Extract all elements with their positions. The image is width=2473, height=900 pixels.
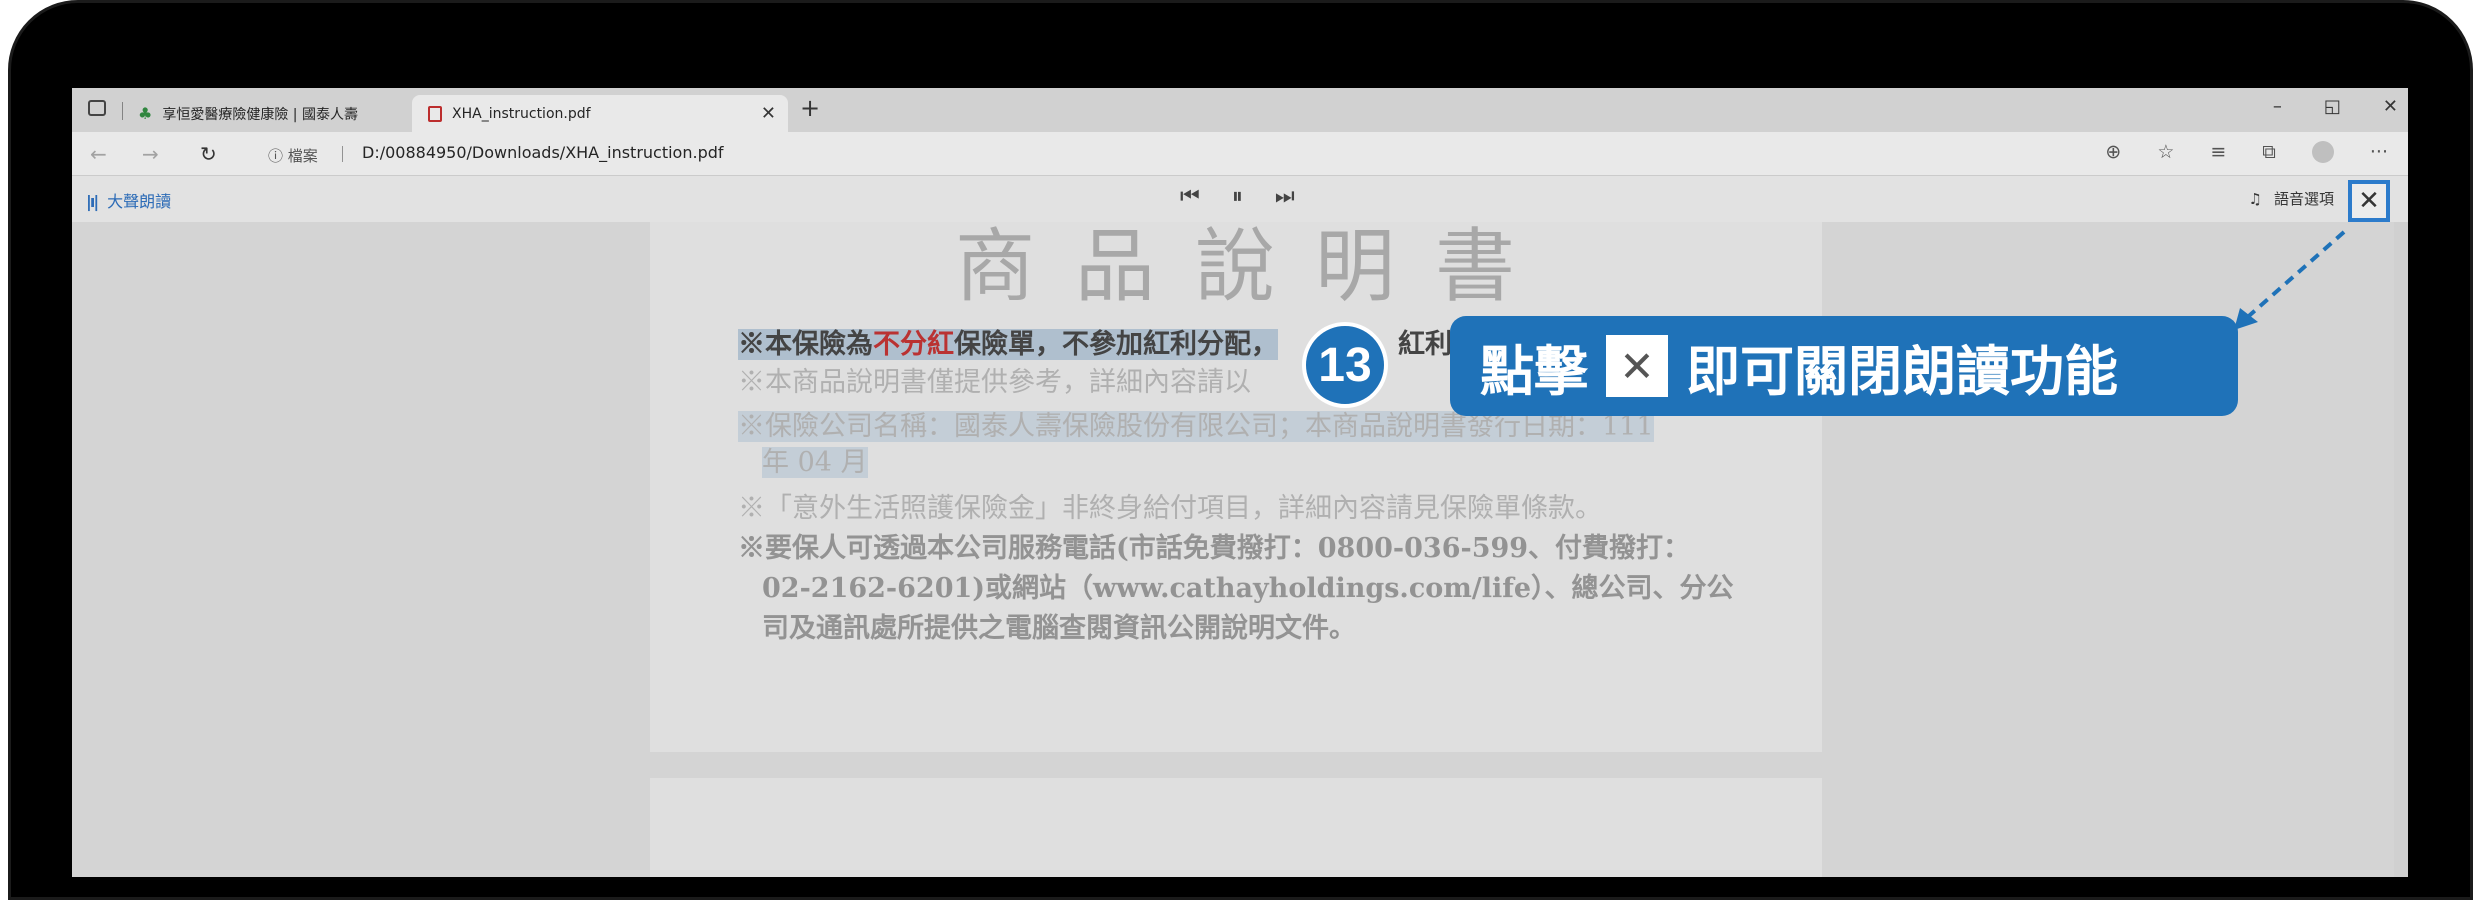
playback-controls: ⏮ ⏸ ⏭ [1180, 184, 1295, 209]
favorites-icon[interactable]: ≡ [2210, 141, 2226, 163]
close-icon: ✕ [1606, 335, 1668, 397]
pdf-line: ※「意外生活照護保險金」非終身給付項目，詳細內容請見保險單條款。 [738, 493, 1602, 524]
new-tab-button[interactable]: + [800, 94, 820, 122]
forward-icon[interactable]: → [142, 142, 159, 166]
step-number-badge: 13 [1302, 322, 1388, 408]
tab-label: 享恒愛醫療險健康險 | 國泰人壽 [162, 106, 358, 123]
pdf-line: 02-2162-6201)或網站（www.cathayholdings.com/… [762, 573, 1734, 604]
back-icon[interactable]: ← [90, 142, 107, 166]
zoom-icon[interactable]: ⊕ [2105, 141, 2121, 163]
url-separator [342, 146, 343, 162]
voice-icon: ♫ [2248, 190, 2262, 208]
toolbar-icons: ⊕ ☆ ≡ ⧉ ··· [2105, 141, 2388, 163]
pdf-title: 商品說明書 [955, 220, 1555, 313]
minimize-button[interactable]: – [2273, 96, 2282, 117]
read-aloud-bar: |ı| 大聲朗讀 ⏮ ⏸ ⏭ ♫ 語音選項 ✕ [72, 176, 2408, 222]
callout-text-before: 點擊 [1480, 339, 1588, 403]
restore-button[interactable]: ◱ [2324, 96, 2341, 117]
window-controls: – ◱ ✕ [2273, 96, 2398, 117]
browser-window: ♣ 享恒愛醫療險健康險 | 國泰人壽 XHA_instruction.pdf ✕… [72, 88, 2408, 877]
pdf-line: 年 04 月 [762, 447, 868, 478]
pdf-line: ※本商品說明書僅提供參考，詳細內容請以條款 [738, 367, 1365, 398]
scrollbar[interactable] [2394, 222, 2408, 877]
pdf-line: ※要保人可透過本公司服務電話(市話免費撥打：0800-036-599、付費撥打： [738, 533, 1691, 564]
read-aloud-close-button[interactable]: ✕ [2348, 180, 2390, 222]
tab-strip: ♣ 享恒愛醫療險健康險 | 國泰人壽 XHA_instruction.pdf ✕… [72, 88, 2408, 132]
tab-actions-icon[interactable] [88, 100, 106, 116]
previous-paragraph-icon[interactable]: ⏮ [1180, 184, 1200, 209]
callout-arrow [2234, 230, 2346, 330]
instruction-callout: 點擊 ✕ 即可關閉朗讀功能 [1450, 316, 2238, 416]
cathay-tree-icon: ♣ [138, 104, 153, 123]
refresh-icon[interactable]: ↻ [200, 142, 217, 166]
tab-pdf[interactable]: XHA_instruction.pdf ✕ [412, 95, 788, 132]
read-aloud-icon: |ı| [86, 192, 99, 211]
read-aloud-label: |ı| 大聲朗讀 [86, 192, 172, 211]
more-menu-icon[interactable]: ··· [2370, 141, 2388, 163]
pdf-page [650, 778, 1822, 877]
profile-avatar[interactable] [2311, 141, 2334, 163]
favorite-add-icon[interactable]: ☆ [2157, 141, 2174, 163]
address-bar: ← → ↻ ⓘ 檔案 D:/00884950/Downloads/XHA_ins… [72, 132, 2408, 176]
tab-close-icon[interactable]: ✕ [761, 103, 776, 124]
next-paragraph-icon[interactable]: ⏭ [1275, 184, 1295, 209]
tab-label: XHA_instruction.pdf [452, 105, 591, 122]
pdf-file-icon [428, 105, 442, 122]
tab-separator [122, 102, 123, 120]
callout-text-after: 即可關閉朗讀功能 [1686, 339, 2118, 403]
site-info[interactable]: ⓘ 檔案 [268, 145, 318, 166]
collections-icon[interactable]: ⧉ [2262, 141, 2276, 163]
window-close-button[interactable]: ✕ [2383, 96, 2398, 117]
voice-options-button[interactable]: ♫ 語音選項 [2249, 188, 2334, 209]
pause-icon[interactable]: ⏸ [1232, 184, 1243, 209]
pdf-line: 司及通訊處所提供之電腦查閱資訊公開說明文件。 [762, 613, 1356, 644]
pdf-page: 商品說明書 ※本保險為不分紅保險單，不參加紅利分配， 紅利 ※本商品說明書僅提供參… [650, 222, 1822, 752]
url-text[interactable]: D:/00884950/Downloads/XHA_instruction.pd… [362, 143, 724, 162]
